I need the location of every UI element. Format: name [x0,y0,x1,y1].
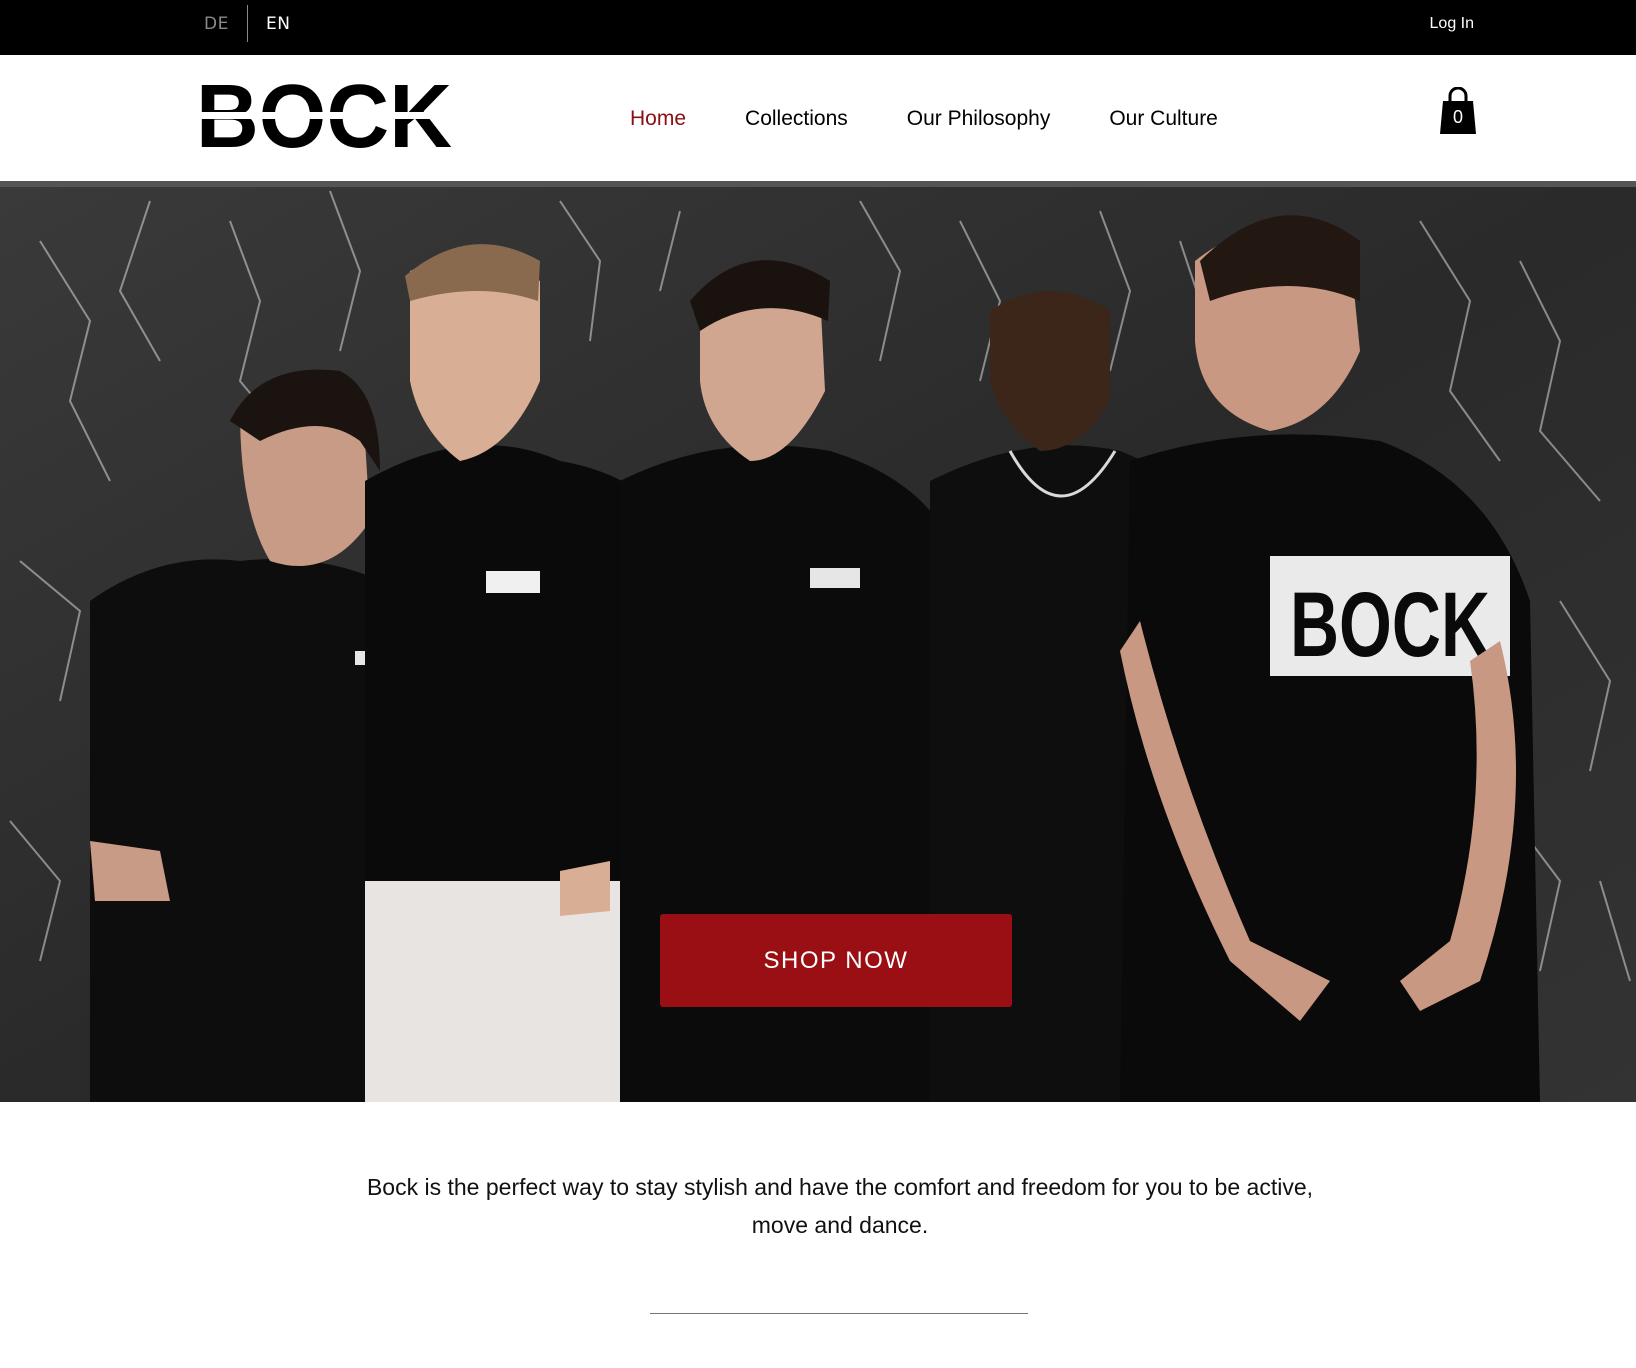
nav-our-culture[interactable]: Our Culture [1109,108,1218,129]
shop-now-button[interactable]: SHOP NOW [660,914,1012,1007]
svg-text:BOCK: BOCK [1290,574,1490,676]
site-header: BOCK Home Collections Our Philosophy Our… [0,55,1636,181]
hero-banner: BOCK SHOP NOW [0,181,1636,1102]
language-de[interactable]: DE [204,0,229,55]
bock-logo[interactable]: BOCK [196,81,452,153]
cart-button[interactable]: 0 [1438,86,1478,137]
language-en[interactable]: EN [266,0,290,55]
login-link[interactable]: Log In [1430,0,1474,48]
cart-count: 0 [1452,107,1463,127]
section-divider [650,1313,1028,1314]
intro-text: Bock is the perfect way to stay stylish … [366,1174,1314,1238]
nav-collections[interactable]: Collections [745,108,848,129]
nav-our-philosophy[interactable]: Our Philosophy [907,108,1051,129]
nav-home[interactable]: Home [630,108,686,129]
top-bar: DE EN Log In [0,0,1636,55]
language-divider [247,5,248,42]
main-nav: Home Collections Our Philosophy Our Cult… [630,55,1277,181]
